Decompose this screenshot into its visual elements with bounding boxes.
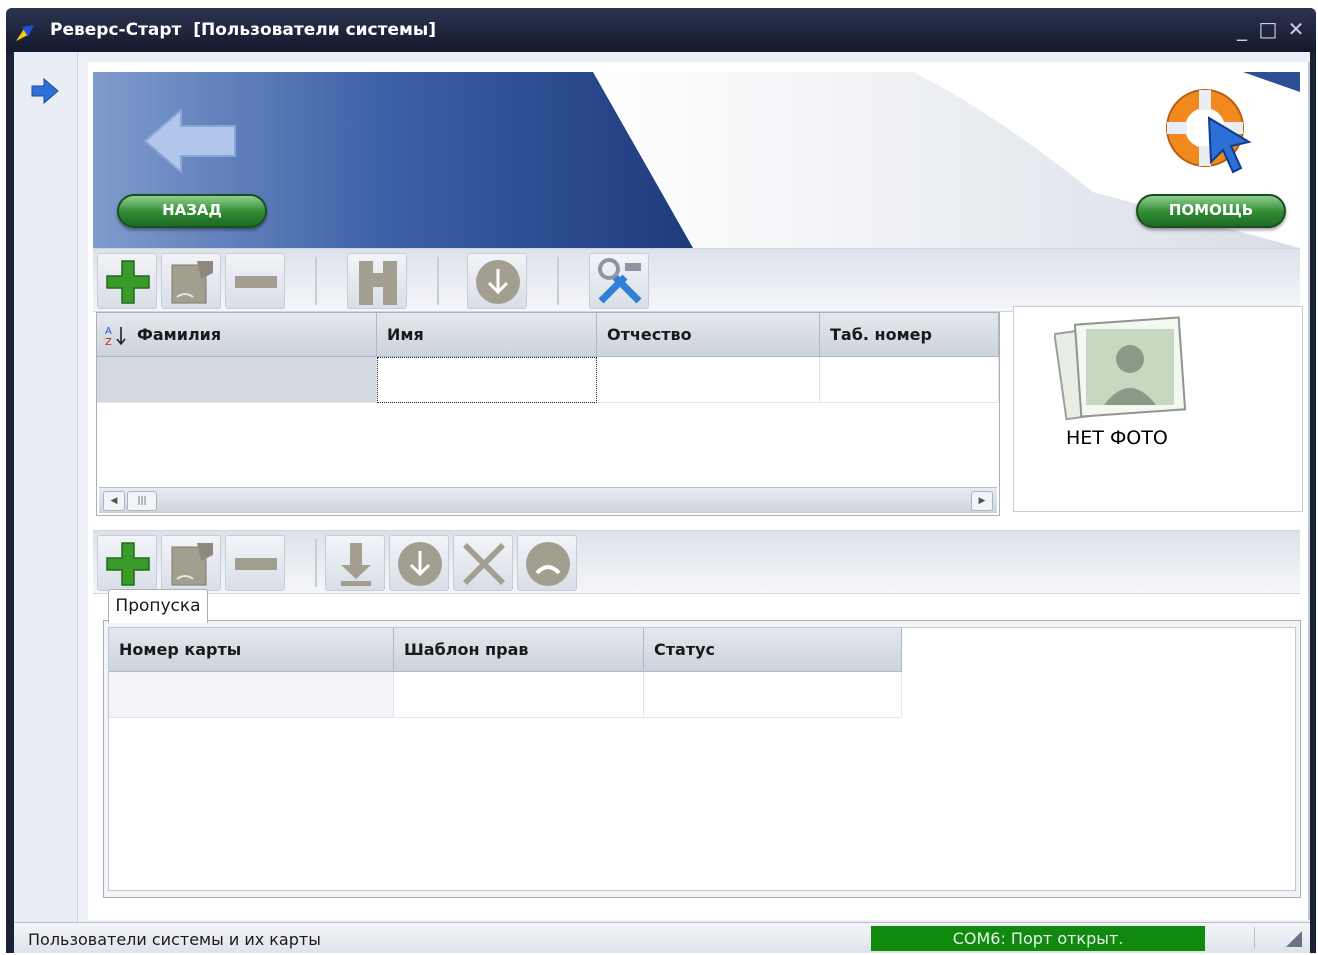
toolbar-separator (315, 257, 317, 305)
back-button[interactable]: НАЗАД (117, 194, 267, 228)
status-text: Пользователи системы и их карты (28, 930, 321, 949)
back-arrow-icon (143, 107, 236, 175)
title-bar[interactable]: Реверс-Старт [Пользователи системы] _ □ … (6, 8, 1316, 52)
column-header-patronymic[interactable]: Отчество (597, 313, 820, 357)
resize-grip-icon[interactable] (1286, 931, 1302, 947)
column-header-name[interactable]: Имя (377, 313, 597, 357)
column-header-surname[interactable]: Фамилия (97, 313, 377, 357)
cards-toolbar (93, 530, 1300, 594)
app-logo-icon (16, 25, 34, 41)
arrow-down-icon (341, 543, 371, 586)
maximize-button[interactable]: □ (1258, 18, 1278, 40)
scroll-thumb[interactable]: ||| (127, 491, 157, 511)
delete-icon (463, 543, 505, 585)
add-card-button[interactable] (97, 535, 157, 591)
expand-arrow-icon[interactable] (30, 76, 60, 106)
tools-icon (598, 258, 642, 304)
client-area: НАЗАД ПОМОЩЬ Фамилия A Z Имя Отчество Та… (14, 52, 1310, 922)
plus-icon (106, 260, 150, 304)
table-cell[interactable] (597, 357, 820, 403)
toolbar-separator (437, 257, 439, 305)
side-panel (14, 52, 78, 922)
sort-az-icon[interactable]: A Z (103, 323, 129, 349)
edit-user-button[interactable] (161, 253, 221, 309)
toolbar-separator (315, 539, 317, 587)
read-card-button[interactable] (389, 535, 449, 591)
minimize-button[interactable]: _ (1232, 18, 1252, 40)
toolbar-separator (557, 257, 559, 305)
help-button[interactable]: ПОМОЩЬ (1136, 194, 1286, 228)
status-separator (1254, 927, 1255, 949)
minus-icon (235, 558, 277, 570)
search-button[interactable] (347, 253, 407, 309)
delete-card-button[interactable] (225, 535, 285, 591)
delete-user-button[interactable] (225, 253, 285, 309)
close-button[interactable]: ✕ (1286, 18, 1306, 40)
add-user-button[interactable] (97, 253, 157, 309)
users-table: Фамилия A Z Имя Отчество Таб. номер ◀ ||… (96, 312, 1000, 516)
banner-graphic (93, 72, 1300, 248)
edit-icon (171, 261, 213, 304)
column-header-status[interactable]: Статус (644, 628, 902, 672)
tab-panel-passes: Номер карты Шаблон прав Статус (103, 620, 1301, 898)
table-cell-focused[interactable] (377, 357, 597, 403)
column-header-card-number[interactable]: Номер карты (109, 628, 394, 672)
photo-placeholder[interactable]: НЕТ ФОТО (1020, 309, 1220, 457)
scroll-right-icon[interactable]: ▶ (971, 491, 993, 511)
horizontal-scrollbar[interactable]: ◀ ||| ▶ (99, 487, 997, 513)
column-header-rights-template[interactable]: Шаблон прав (394, 628, 644, 672)
status-bar: Пользователи системы и их карты COM6: По… (14, 922, 1310, 953)
svg-text:A: A (105, 326, 112, 337)
download-icon (398, 542, 442, 586)
app-window: Реверс-Старт [Пользователи системы] _ □ … (6, 8, 1316, 953)
block-card-button[interactable] (517, 535, 577, 591)
settings-button[interactable] (589, 253, 649, 309)
download-icon (476, 260, 520, 304)
table-cell[interactable] (394, 672, 644, 718)
edit-icon (171, 543, 213, 586)
column-header-tab-number[interactable]: Таб. номер (820, 313, 999, 357)
header-banner: НАЗАД ПОМОЩЬ (93, 72, 1300, 248)
minus-icon (235, 276, 277, 288)
table-cell[interactable] (97, 357, 377, 403)
window-title: Реверс-Старт [Пользователи системы] (50, 20, 437, 40)
import-button[interactable] (467, 253, 527, 309)
table-cell[interactable] (644, 672, 902, 718)
no-photo-icon (1054, 316, 1187, 421)
block-icon (526, 542, 570, 586)
lifebuoy-help-icon (1166, 89, 1252, 174)
cancel-card-button[interactable] (453, 535, 513, 591)
no-photo-label: НЕТ ФОТО (1066, 427, 1168, 449)
port-status: COM6: Порт открыт. (871, 926, 1205, 951)
binoculars-icon (359, 261, 397, 305)
table-cell[interactable] (820, 357, 999, 403)
plus-icon (106, 542, 150, 586)
write-card-button[interactable] (325, 535, 385, 591)
main-panel: НАЗАД ПОМОЩЬ Фамилия A Z Имя Отчество Та… (88, 62, 1310, 920)
users-toolbar (93, 248, 1300, 312)
photo-panel: НЕТ ФОТО (1013, 306, 1303, 512)
edit-card-button[interactable] (161, 535, 221, 591)
table-cell[interactable] (109, 672, 394, 718)
tab-passes[interactable]: Пропуска (108, 589, 208, 623)
cards-table: Номер карты Шаблон прав Статус (108, 627, 1296, 891)
svg-text:Z: Z (105, 337, 112, 348)
scroll-left-icon[interactable]: ◀ (103, 491, 125, 511)
